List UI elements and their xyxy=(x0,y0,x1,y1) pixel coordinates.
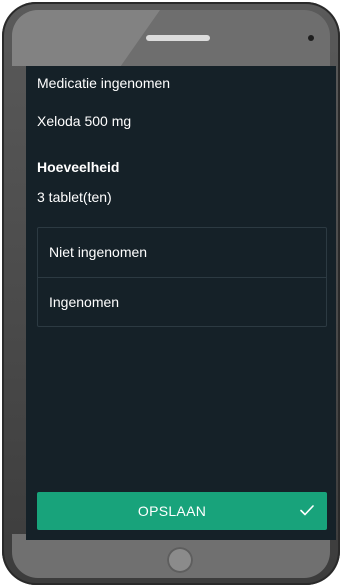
option-taken[interactable]: Ingenomen xyxy=(38,278,326,327)
option-label: Ingenomen xyxy=(49,294,120,310)
check-icon xyxy=(300,505,314,516)
app-screen: Medicatie ingenomen Xeloda 500 mg Hoevee… xyxy=(26,66,336,540)
save-button-label: OPSLAAN xyxy=(137,503,207,519)
option-not-taken[interactable]: Niet ingenomen xyxy=(38,228,326,278)
intake-options: Niet ingenomen Ingenomen xyxy=(37,227,327,327)
save-button[interactable]: OPSLAAN xyxy=(37,492,327,530)
quantity-value: 3 tablet(ten) xyxy=(37,189,112,205)
home-button[interactable] xyxy=(167,547,193,573)
front-sensor xyxy=(308,35,314,41)
section-title: Medicatie ingenomen xyxy=(37,75,171,91)
speaker-grille xyxy=(146,35,210,41)
medication-name: Xeloda 500 mg xyxy=(37,113,132,129)
quantity-label: Hoeveelheid xyxy=(37,159,120,175)
option-label: Niet ingenomen xyxy=(49,244,148,260)
